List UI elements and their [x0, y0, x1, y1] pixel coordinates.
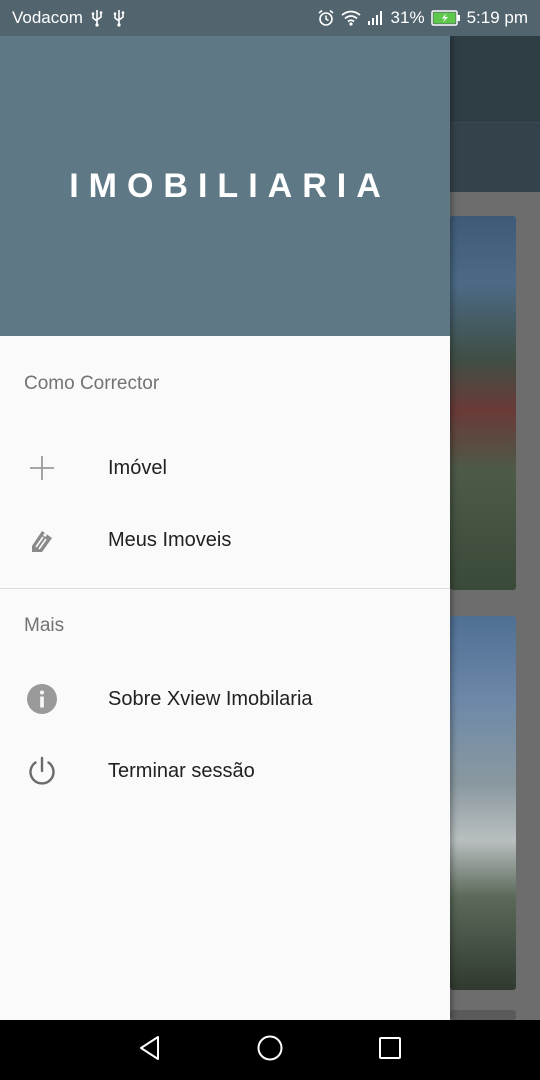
section-header-mais: Mais	[24, 615, 65, 636]
menu-item-label: Meus Imoveis	[108, 528, 232, 551]
usb-icon	[89, 9, 105, 27]
recents-icon	[378, 1036, 402, 1065]
menu-item-sobre[interactable]: Sobre Xview Imobilaria	[0, 663, 450, 735]
property-card-image	[450, 616, 516, 990]
menu-item-label: Imóvel	[108, 456, 167, 479]
menu-item-meus-imoveis[interactable]: Meus Imoveis	[0, 504, 450, 576]
info-icon	[24, 681, 60, 717]
battery-icon	[430, 10, 461, 26]
menu-item-label: Terminar sessão	[108, 759, 255, 782]
navigation-drawer: IMOBILIARIA Como Corrector Imóvel Meus I…	[0, 36, 450, 1020]
menu-item-terminar-sessao[interactable]: Terminar sessão	[0, 735, 450, 807]
signal-icon	[367, 10, 385, 26]
tag-edit-icon	[24, 522, 60, 558]
battery-percent: 31%	[390, 8, 425, 27]
property-card-image	[450, 216, 516, 590]
clock-time: 5:19 pm	[466, 8, 528, 27]
app-title: IMOBILIARIA	[69, 166, 391, 205]
wifi-icon	[340, 10, 361, 26]
alarm-icon	[317, 9, 335, 27]
drawer-header: IMOBILIARIA	[0, 36, 450, 336]
property-card-image	[450, 1010, 516, 1020]
plus-icon	[24, 450, 60, 486]
menu-item-label: Sobre Xview Imobilaria	[108, 687, 313, 710]
carrier-name: Vodacom	[12, 8, 83, 27]
back-button[interactable]	[90, 1020, 210, 1080]
status-bar: Vodacom 31% 5:19 pm	[0, 0, 540, 36]
menu-item-imovel[interactable]: Imóvel	[0, 432, 450, 504]
power-icon	[24, 753, 60, 789]
system-nav-bar	[0, 1020, 540, 1080]
usb-debug-icon	[111, 9, 127, 27]
back-icon	[138, 1035, 162, 1066]
recents-button[interactable]	[330, 1020, 450, 1080]
home-icon	[256, 1034, 284, 1067]
section-header-como-corrector: Como Corrector	[24, 373, 160, 394]
home-button[interactable]	[210, 1020, 330, 1080]
